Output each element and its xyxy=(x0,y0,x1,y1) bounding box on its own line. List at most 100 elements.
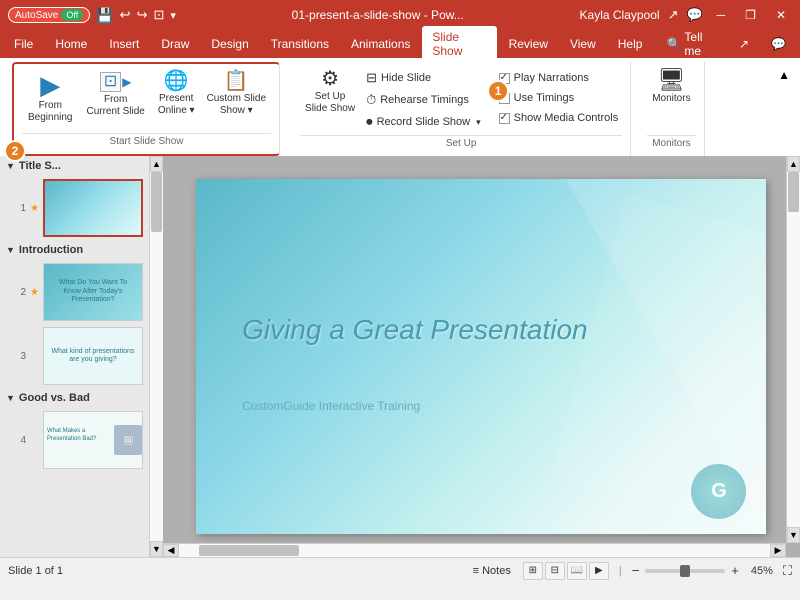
zoom-out-icon[interactable]: − xyxy=(632,563,640,578)
reading-view-button[interactable]: 📖 xyxy=(567,562,587,580)
menu-draw[interactable]: Draw xyxy=(151,33,199,55)
show-media-controls-checkbox-row[interactable]: Show Media Controls xyxy=(495,110,623,126)
slide-item-4[interactable]: 4 ★ What Makes a Presentation Bad? 🖼 xyxy=(0,408,149,472)
canvas-h-track[interactable] xyxy=(179,544,770,557)
undo-icon[interactable]: ↩ xyxy=(120,7,131,23)
section-arrow-3: ▼ xyxy=(6,393,15,403)
zoom-slider-thumb[interactable] xyxy=(680,565,690,577)
canvas-scroll-down[interactable]: ▼ xyxy=(787,527,800,543)
show-media-label: Show Media Controls xyxy=(514,112,619,124)
present-online-button[interactable]: 🌐 Present Online ▾ xyxy=(153,68,200,120)
rehearse-button[interactable]: ⏱ Rehearse Timings xyxy=(362,90,485,110)
canvas-scrollbar-h[interactable]: ◀ ▶ xyxy=(163,543,786,557)
monitors-button[interactable]: 🖥 Monitors xyxy=(647,66,695,108)
status-bar: Slide 1 of 1 ≡ Notes ⊞ ⊟ 📖 ▶ | − + 45% ⛶ xyxy=(0,557,800,583)
hide-slide-label: Hide Slide xyxy=(381,72,431,84)
monitors-buttons: 🖥 Monitors xyxy=(647,66,695,132)
slide-thumb-4[interactable]: What Makes a Presentation Bad? 🖼 xyxy=(43,411,143,469)
menu-design[interactable]: Design xyxy=(201,33,258,55)
from-current-label: From Current Slide xyxy=(86,94,144,118)
ribbon-section-monitors: 🖥 Monitors Monitors xyxy=(639,62,704,156)
canvas-scroll-track[interactable] xyxy=(787,172,800,527)
slide-item-1[interactable]: 1 ★ xyxy=(0,176,149,240)
presentation-icon[interactable]: ⊡ xyxy=(153,7,164,23)
section-good-vs-bad[interactable]: ▼ Good vs. Bad xyxy=(0,388,149,408)
slide-thumb-2[interactable]: What Do You Want ToKnow After Today'sPre… xyxy=(43,263,143,321)
redo-icon[interactable]: ↪ xyxy=(137,7,148,23)
menu-help[interactable]: Help xyxy=(608,33,653,55)
notes-button[interactable]: ≡ Notes xyxy=(467,563,517,579)
ribbon-section-setup: 1 ⚙ Set Up Slide Show ⊟ Hide Slide ⏱ Reh… xyxy=(292,62,631,156)
slide-thumb-1[interactable] xyxy=(43,179,143,237)
autosave-badge[interactable]: AutoSave Off xyxy=(8,7,90,23)
use-timings-checkbox-row[interactable]: Use Timings xyxy=(495,90,623,106)
slide-sorter-button[interactable]: ⊟ xyxy=(545,562,565,580)
from-beginning-button[interactable]: ▶ From Beginning xyxy=(22,68,78,128)
hide-slide-button[interactable]: ⊟ Hide Slide xyxy=(362,68,485,88)
section-arrow-1: ▼ xyxy=(6,161,15,171)
slide-item-2[interactable]: 2 ★ What Do You Want ToKnow After Today'… xyxy=(0,260,149,324)
share-button[interactable]: ↗ xyxy=(729,33,759,55)
menu-file[interactable]: File xyxy=(4,33,43,55)
scroll-thumb[interactable] xyxy=(151,172,162,232)
slide4-content: What Makes a Presentation Bad? xyxy=(44,425,112,454)
canvas-h-thumb[interactable] xyxy=(199,545,299,556)
menu-slideshow[interactable]: Slide Show xyxy=(422,26,496,62)
setup-slide-show-button[interactable]: ⚙ Set Up Slide Show xyxy=(300,66,360,118)
monitors-section-label: Monitors xyxy=(647,135,695,152)
notes-label: Notes xyxy=(482,565,511,577)
show-media-checkbox[interactable] xyxy=(499,113,510,124)
zoom-slider[interactable] xyxy=(645,569,725,573)
section-title-1-label: Title S... xyxy=(19,160,61,172)
collapse-ribbon-button[interactable]: ▲ xyxy=(776,66,792,84)
comments-icon[interactable]: 💬 xyxy=(686,7,702,23)
record-slide-show-button[interactable]: ⏺ Record Slide Show ▾ xyxy=(362,112,485,132)
monitors-label: Monitors xyxy=(652,93,690,105)
minimize-button[interactable]: ─ xyxy=(711,6,732,24)
setup-section-label: Set Up xyxy=(300,135,622,152)
statusbar-right: ≡ Notes ⊞ ⊟ 📖 ▶ | − + 45% ⛶ xyxy=(467,562,792,580)
menu-insert[interactable]: Insert xyxy=(99,33,149,55)
close-button[interactable]: ✕ xyxy=(770,6,792,24)
record-dropdown-icon[interactable]: ▾ xyxy=(476,117,481,128)
canvas-area: ▲ ▼ Giving a Great Presentation CustomGu… xyxy=(163,156,800,557)
hide-slide-icon: ⊟ xyxy=(366,70,377,86)
slide2-content: What Do You Want ToKnow After Today'sPre… xyxy=(55,275,131,308)
slideshow-view-button[interactable]: ▶ xyxy=(589,562,609,580)
canvas-scroll-left[interactable]: ◀ xyxy=(163,544,179,557)
menu-animations[interactable]: Animations xyxy=(341,33,420,55)
slide-thumb-3[interactable]: What kind of presentationsare you giving… xyxy=(43,327,143,385)
scroll-up-button[interactable]: ▲ xyxy=(150,156,163,172)
from-current-slide-button[interactable]: ⊡▶ From Current Slide xyxy=(80,68,150,122)
comments-button[interactable]: 💬 xyxy=(761,33,796,55)
play-narrations-checkbox-row[interactable]: Play Narrations xyxy=(495,70,623,86)
ribbon: 2 ▶ From Beginning ⊡▶ From Current Slide… xyxy=(0,58,800,156)
slide-num-4: 4 xyxy=(12,435,26,446)
save-icon[interactable]: 💾 xyxy=(96,7,113,24)
section-introduction[interactable]: ▼ Introduction xyxy=(0,240,149,260)
slide-item-3[interactable]: 3 ★ What kind of presentationsare you gi… xyxy=(0,324,149,388)
title-filename: 01-present-a-slide-show - Pow... xyxy=(176,8,580,22)
menu-view[interactable]: View xyxy=(560,33,606,55)
scroll-down-button[interactable]: ▼ xyxy=(150,541,163,557)
search-button[interactable]: 🔍 Tell me xyxy=(656,26,727,62)
menu-review[interactable]: Review xyxy=(499,33,558,55)
from-current-icon: ⊡▶ xyxy=(100,72,132,92)
zoom-in-icon[interactable]: + xyxy=(731,563,739,578)
canvas-scroll-thumb[interactable] xyxy=(788,172,799,212)
record-label: Record Slide Show xyxy=(377,116,471,128)
menu-home[interactable]: Home xyxy=(45,33,97,55)
normal-view-button[interactable]: ⊞ xyxy=(523,562,543,580)
canvas-scroll-right[interactable]: ▶ xyxy=(770,544,786,557)
menu-transitions[interactable]: Transitions xyxy=(261,33,339,55)
fit-to-window-button[interactable]: ⛶ xyxy=(783,563,792,579)
canvas-scrollbar-v[interactable]: ▲ ▼ xyxy=(786,156,800,543)
slide-panel-scrollbar[interactable]: ▲ ▼ xyxy=(149,156,163,557)
slide-subtitle: CustomGuide Interactive Training xyxy=(242,399,420,413)
maximize-button[interactable]: ❐ xyxy=(739,6,762,24)
scroll-track[interactable] xyxy=(150,172,163,541)
autosave-toggle[interactable]: Off xyxy=(61,9,83,21)
custom-slide-show-button[interactable]: 📋 Custom Slide Show ▾ xyxy=(202,68,271,120)
share-icon[interactable]: ↗ xyxy=(668,7,679,23)
canvas-scroll-up[interactable]: ▲ xyxy=(787,156,800,172)
